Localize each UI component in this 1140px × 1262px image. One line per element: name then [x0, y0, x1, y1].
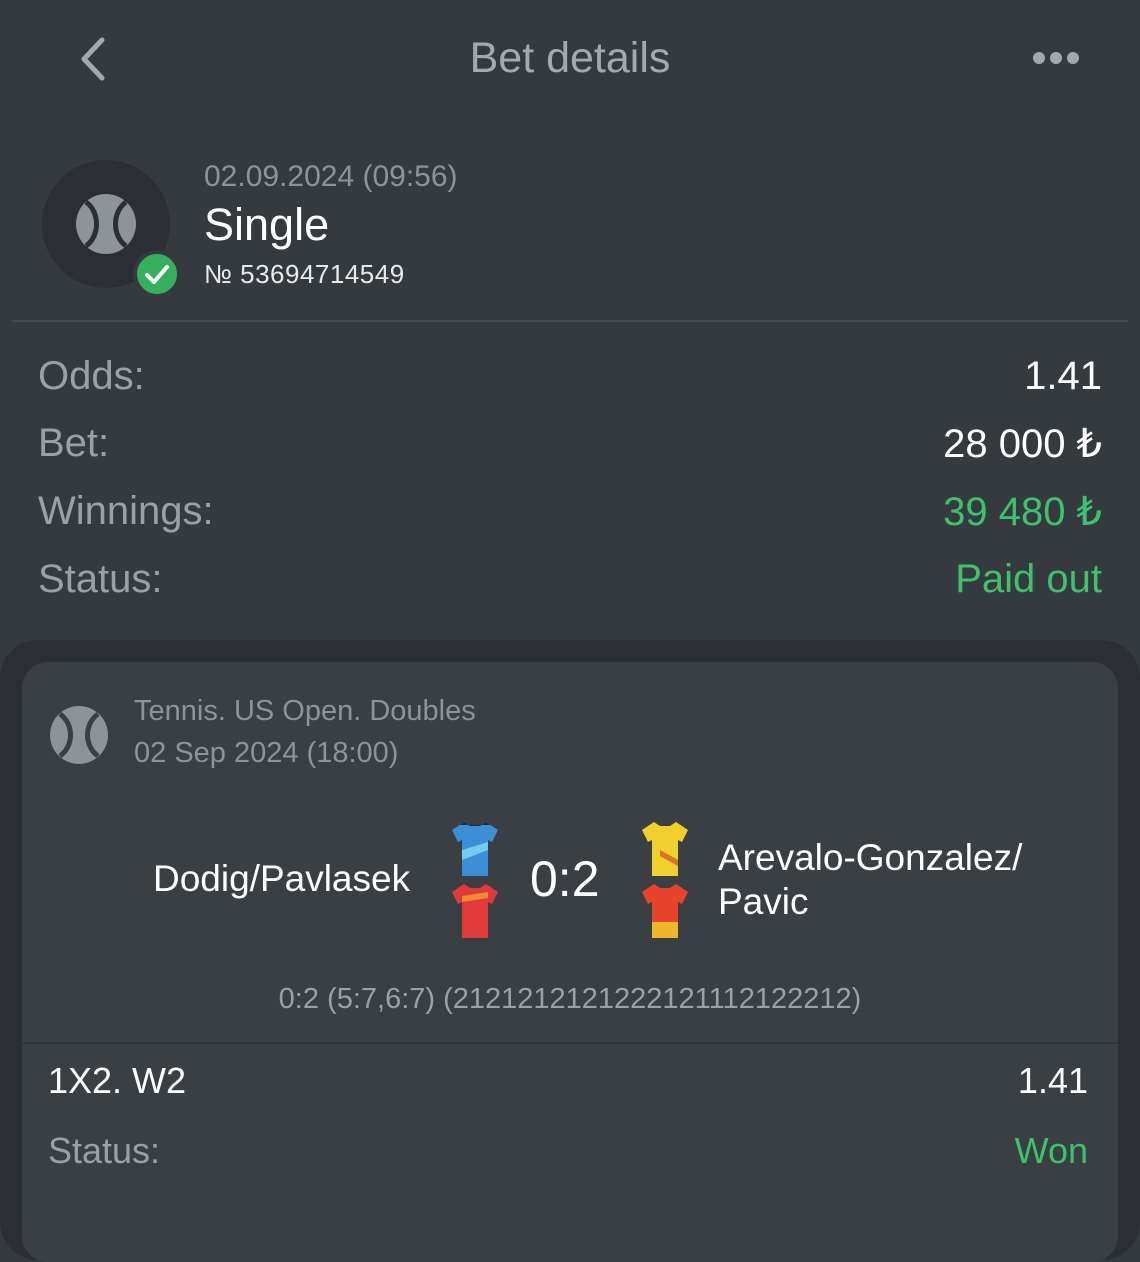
- page-title: Bet details: [469, 34, 671, 82]
- set-scores: 0:2 (5:7,6:7) (2121212121222121112122212…: [278, 983, 862, 1015]
- pick-status-label: Status:: [48, 1130, 161, 1171]
- divider: [12, 320, 1128, 322]
- event-league: Tennis. US Open. Doubles: [134, 695, 476, 727]
- team2-jersey-icon: [642, 884, 688, 938]
- market-odds: 1.41: [1017, 1060, 1088, 1101]
- match-score: 0:2: [530, 851, 600, 907]
- check-circle-icon: [133, 250, 181, 298]
- team2-name: Arevalo-Gonzalez/ Pavic: [718, 837, 1023, 922]
- status-label: Status:: [38, 557, 163, 601]
- team1-jersey-icon: [452, 884, 498, 938]
- team1-jersey-icon: [452, 822, 498, 876]
- market-name: 1X2. W2: [48, 1060, 187, 1101]
- more-dots-icon: [1033, 52, 1079, 64]
- tennis-ball-icon: [50, 706, 108, 764]
- divider: [22, 1042, 1118, 1044]
- bet-datetime: 02.09.2024 (09:56): [204, 160, 458, 193]
- bet-number: № 53694714549: [204, 259, 405, 289]
- odds-label: Odds:: [38, 354, 145, 398]
- team2-jersey-icon: [642, 822, 688, 876]
- event-date: 02 Sep 2024 (18:00): [134, 737, 399, 769]
- odds-value: 1.41: [1024, 354, 1102, 398]
- team1-name: Dodig/Pavlasek: [153, 858, 411, 899]
- bet-value: 28 000 ₺: [943, 422, 1102, 466]
- more-button[interactable]: [1030, 44, 1082, 72]
- winnings-label: Winnings:: [38, 489, 214, 533]
- status-value: Paid out: [955, 557, 1102, 601]
- winnings-value: 39 480 ₺: [943, 490, 1102, 534]
- pick-status-value: Won: [1014, 1130, 1088, 1171]
- bet-label: Bet:: [38, 421, 110, 465]
- bet-type: Single: [204, 199, 330, 250]
